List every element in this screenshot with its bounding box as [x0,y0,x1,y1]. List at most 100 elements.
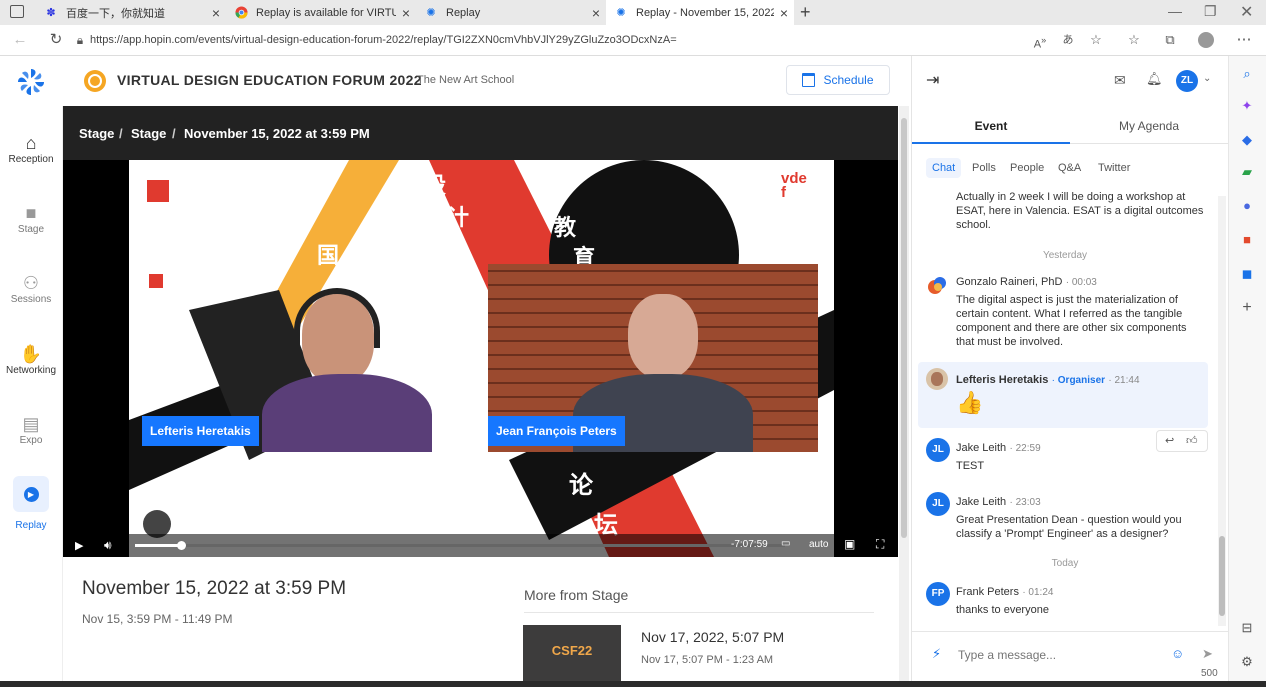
nav-sessions[interactable]: ⚇ Sessions [0,272,62,305]
time-remaining: -7:07:59 [731,539,768,550]
avatar-frank[interactable]: FP [926,582,950,606]
play-icon[interactable]: ▶ [75,539,83,552]
breadcrumb-separator: / [119,126,123,141]
minimize-icon[interactable]: — [1168,3,1182,19]
message-body: Actually in 2 week I will be doing a wor… [956,191,1204,231]
home-icon: ⌂ [25,133,37,153]
tag-icon[interactable]: ◆ [1239,132,1255,148]
handshake-icon: ✋ [19,344,43,364]
nav-networking[interactable]: ✋ Networking [0,343,62,376]
window-close-icon[interactable]: ✕ [1240,2,1253,22]
back-arrow-icon[interactable]: ← [10,30,30,50]
chip-qa[interactable]: Q&A [1058,162,1081,174]
people-icon[interactable]: ● [1239,198,1255,214]
player-controls: ▶ 🔊︎ -7:07:59 ▭ auto ▣ ⛶ [63,534,898,557]
lock-icon[interactable]: 🔒︎ [70,30,90,50]
close-icon[interactable]: × [206,5,226,21]
message-time: 01:24 [1028,587,1054,598]
author-name[interactable]: Jake Leith [956,442,1006,454]
quality-selector[interactable]: auto [809,539,828,550]
chat-message-input[interactable] [956,642,1160,668]
close-icon[interactable]: × [774,5,794,21]
chat-scrollbar[interactable] [1218,196,1226,626]
favorite-add-icon[interactable]: ☆ [1086,30,1106,50]
main-scrollbar[interactable] [899,106,909,681]
search-icon[interactable]: ⌕ [1239,66,1255,82]
chip-people[interactable]: People [1010,162,1044,174]
author-name[interactable]: Jake Leith [956,496,1006,508]
progress-bar[interactable] [135,541,785,550]
lightning-icon[interactable]: ⚡︎ [932,646,941,662]
chip-chat[interactable]: Chat [926,158,962,178]
author-name[interactable]: Lefteris Heretakis [956,374,1048,386]
nav-stage[interactable]: ■ Stage [0,202,62,235]
read-aloud-icon[interactable]: A» [1030,30,1050,51]
replay-thumbnail[interactable]: CSF22 [523,625,621,683]
message-body: The digital aspect is just the materiali… [956,294,1187,348]
video-player[interactable]: Stage / Stage / November 15, 2022 at 3:5… [63,106,898,557]
reply-icon[interactable]: ↩ [1165,434,1174,447]
organizer-name[interactable]: The New Art School [417,74,514,86]
profile-icon[interactable] [1196,30,1216,50]
tab-replay-available[interactable]: Replay is available for VIRTUAL D × [226,0,416,25]
close-icon[interactable]: × [396,5,416,21]
close-icon[interactable]: × [586,5,606,21]
settings-gear-icon[interactable]: ⚙ [1239,654,1255,670]
more-menu-icon[interactable]: ⋯ [1234,30,1254,50]
avatar-jake[interactable]: JL [926,438,950,462]
captions-icon[interactable]: ▭ [781,538,790,549]
replay-item-title[interactable]: Nov 17, 2022, 5:07 PM [641,629,784,645]
tab-replay-active[interactable]: ✺ Replay - November 15, 2022 at 3 × [606,0,794,25]
tab-event[interactable]: Event [912,109,1070,144]
favorites-icon[interactable]: ☆ [1124,30,1144,50]
nav-reception[interactable]: ⌂ Reception [0,132,62,165]
user-avatar[interactable]: ZL [1176,70,1198,92]
translate-icon[interactable]: あ [1058,30,1078,50]
schedule-button[interactable]: Schedule [786,65,890,95]
toolbox-icon[interactable]: ▰ [1239,164,1255,180]
baidu-paw-icon: ✽ [46,7,56,19]
chip-polls[interactable]: Polls [972,162,996,174]
video-frame: 设 计 教 育 国 论 坛 vde f Lefteris Heretakis Je… [129,160,834,557]
breadcrumb-item[interactable]: Stage [131,126,166,141]
url-field[interactable]: https://app.hopin.com/events/virtual-des… [90,29,1010,51]
fullscreen-icon[interactable]: ⛶ [876,537,884,552]
collapse-panel-icon[interactable]: ⇥ [926,70,939,90]
collections-icon[interactable]: ⧉ [1160,30,1180,50]
avatar-lefteris[interactable] [926,368,948,390]
scrollbar-thumb[interactable] [901,118,907,538]
nav-label: Expo [19,435,43,446]
hopin-logo-icon[interactable] [15,66,47,98]
avatar-jake[interactable]: JL [926,492,950,516]
picture-in-picture-icon[interactable]: ▣ [844,537,855,551]
scrollbar-thumb[interactable] [1219,536,1225,616]
nav-expo[interactable]: ▤ Expo [0,413,62,446]
volume-icon[interactable]: 🔊︎ [104,538,112,553]
bell-icon[interactable]: 🔔︎ [1146,71,1163,87]
emoji-icon[interactable]: ☺ [1171,646,1184,661]
chevron-down-icon[interactable]: ⌄ [1203,73,1211,84]
breadcrumb-item[interactable]: Stage [79,126,114,141]
split-view-icon[interactable]: ⊟ [1239,620,1255,636]
divider [524,612,874,613]
office-icon[interactable]: ■ [1239,232,1255,248]
thumbs-up-icon[interactable]: 👍︎ [1186,434,1198,447]
tab-my-agenda[interactable]: My Agenda [1070,109,1228,144]
author-name[interactable]: Frank Peters [956,586,1019,598]
mail-icon[interactable]: ✉ [1114,72,1126,89]
send-icon[interactable]: ➤ [1202,646,1213,662]
sparkle-icon[interactable]: ✦ [1239,98,1255,114]
author-name[interactable]: Gonzalo Raineri, PhD [956,276,1062,288]
new-tab-icon[interactable]: + [800,2,811,23]
tab-actions-icon[interactable] [10,5,24,18]
tab-baidu[interactable]: ✽ 百度一下，你就知道 × [36,0,226,25]
outlook-icon[interactable]: ◼ [1239,266,1255,282]
tab-replay[interactable]: ✺ Replay × [416,0,606,25]
avatar-gonzalo[interactable] [926,274,948,296]
restore-icon[interactable]: ❐ [1204,3,1217,20]
refresh-icon[interactable]: ↻ [46,30,66,50]
progress-handle[interactable] [176,541,186,550]
chip-twitter[interactable]: Twitter [1098,162,1130,174]
add-icon[interactable]: + [1239,300,1255,316]
nav-replay[interactable]: ▶ Replay [0,476,62,531]
